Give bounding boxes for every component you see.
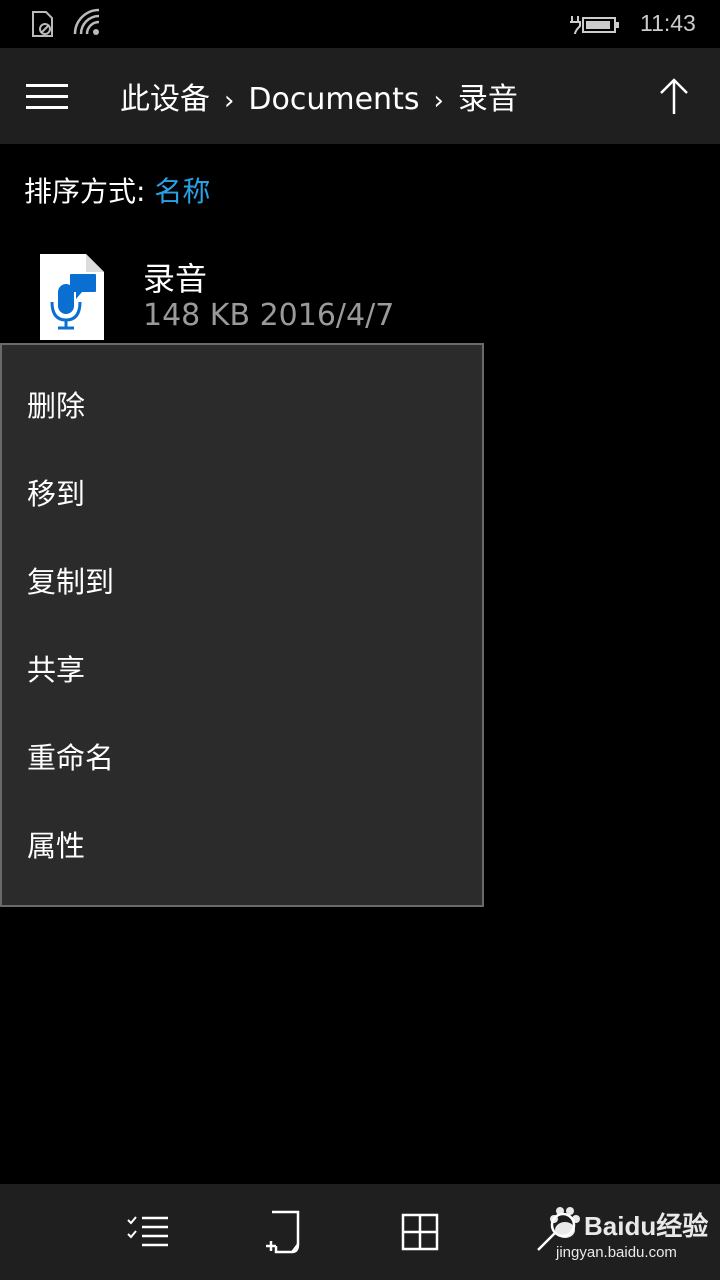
status-bar: 11:43 [0,0,720,48]
sort-value[interactable]: 名称 [154,175,210,208]
file-meta: 148 KB 2016/4/7 [143,298,395,333]
menu-item-label: 移到 [27,477,86,511]
menu-item-label: 属性 [27,829,86,863]
watermark-brand: Baidu经验 [584,1211,709,1241]
header-bar: 此设备 › Documents › 录音 [0,48,720,144]
status-time: 11:43 [640,10,696,36]
menu-item-copy-to[interactable]: 复制到 [2,538,482,626]
baidu-paw-icon [550,1207,580,1238]
sort-label: 排序方式: [24,175,155,208]
new-folder-icon[interactable] [262,1210,306,1254]
select-list-icon[interactable] [126,1210,170,1254]
breadcrumb-documents[interactable]: Documents [248,82,419,117]
chevron-right-icon: › [224,86,235,116]
chevron-right-icon: › [433,86,444,116]
menu-item-properties[interactable]: 属性 [2,802,482,890]
menu-item-share[interactable]: 共享 [2,626,482,714]
menu-item-label: 删除 [27,389,86,423]
file-list-item[interactable]: 录音 148 KB 2016/4/7 [0,240,720,344]
breadcrumb: 此设备 › Documents › 录音 [120,74,518,118]
voice-recording-file-icon [40,254,104,340]
wifi-icon [73,8,100,35]
arrow-up-icon[interactable] [656,76,692,116]
menu-item-label: 重命名 [27,741,115,775]
menu-item-move-to[interactable]: 移到 [2,450,482,538]
watermark-url: jingyan.baidu.com [556,1244,677,1261]
breadcrumb-current-folder[interactable]: 录音 [458,82,518,117]
context-menu: 删除 移到 复制到 共享 重命名 属性 [0,343,484,907]
baidu-watermark: Baidu经验 jingyan.baidu.com [540,1200,720,1272]
hamburger-menu-icon[interactable] [26,84,68,110]
file-name: 录音 [143,260,208,298]
menu-item-rename[interactable]: 重命名 [2,714,482,802]
menu-item-delete[interactable]: 删除 [2,362,482,450]
tile-view-icon[interactable] [398,1210,442,1254]
sort-row: 排序方式: 名称 [24,170,210,210]
menu-item-label: 共享 [27,653,86,687]
sim-no-service-icon [32,11,53,37]
battery-charging-icon [570,16,619,35]
menu-item-label: 复制到 [27,565,115,599]
breadcrumb-this-device[interactable]: 此设备 [120,82,210,117]
